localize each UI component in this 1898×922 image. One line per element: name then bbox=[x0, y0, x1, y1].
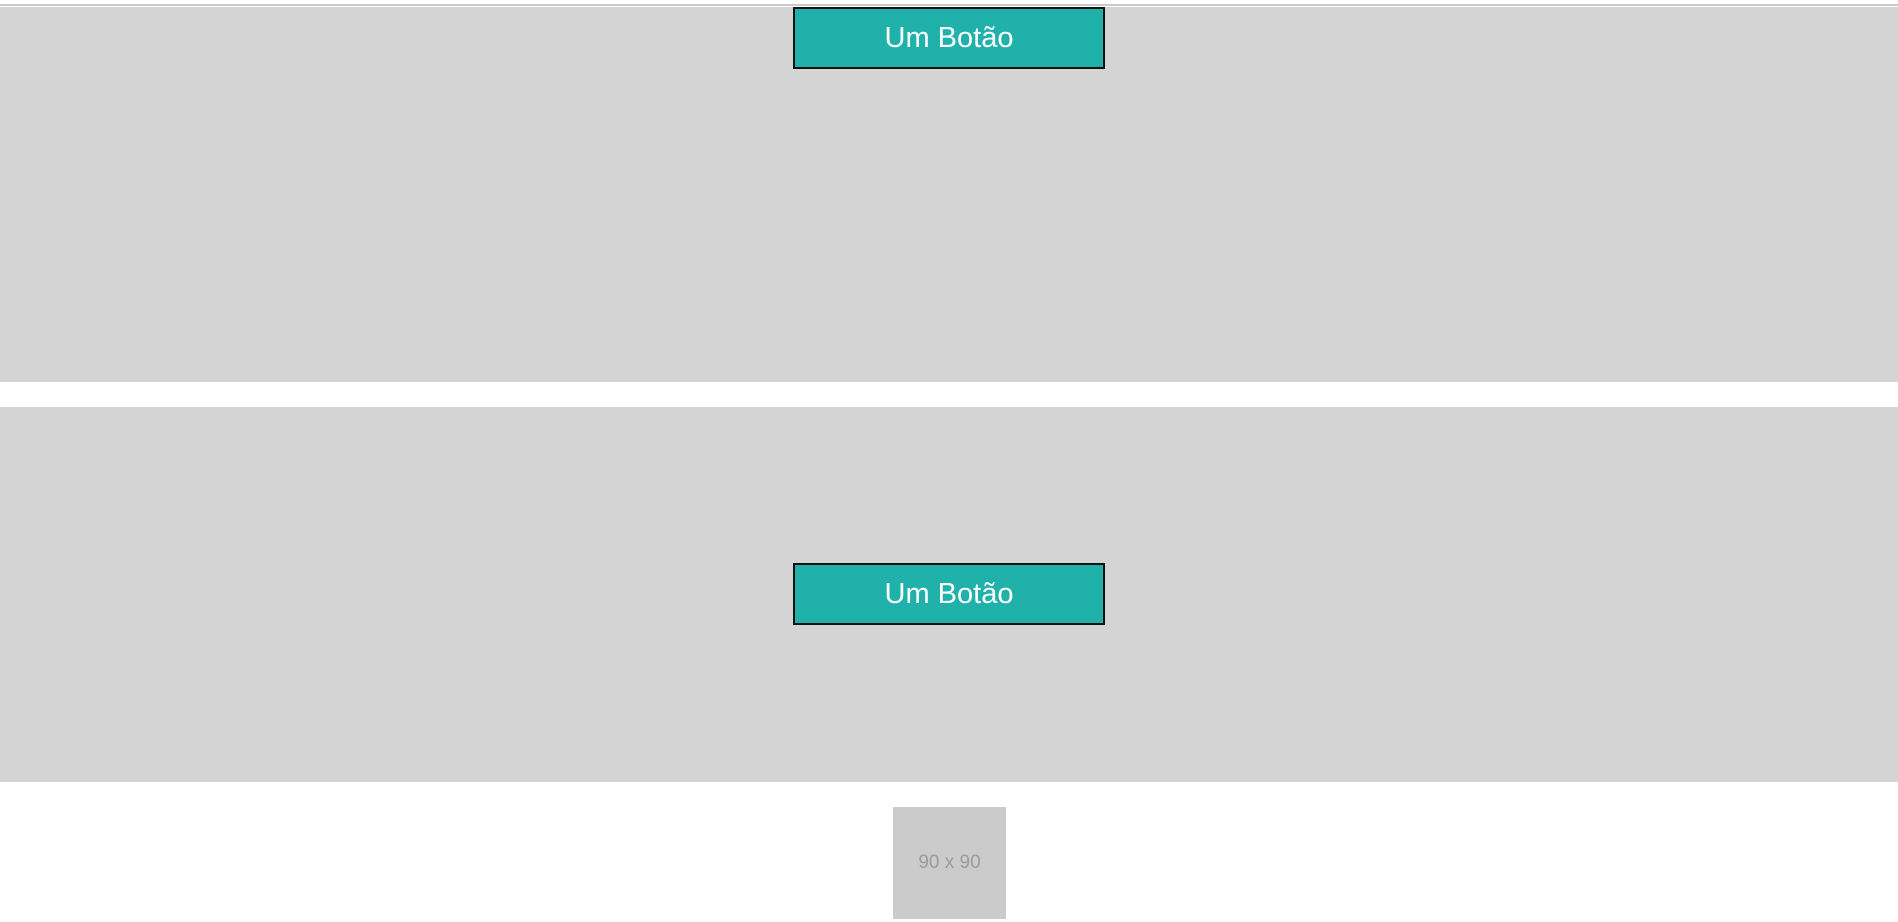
page: Um Botão Um Botão 90 x 90 bbox=[0, 0, 1898, 922]
middle-button[interactable]: Um Botão bbox=[793, 563, 1105, 625]
middle-panel: Um Botão bbox=[0, 407, 1898, 782]
image-placeholder: 90 x 90 bbox=[893, 807, 1006, 919]
image-placeholder-label: 90 x 90 bbox=[918, 852, 981, 873]
top-panel: Um Botão bbox=[0, 7, 1898, 382]
top-divider bbox=[0, 4, 1898, 6]
top-button[interactable]: Um Botão bbox=[793, 7, 1105, 69]
